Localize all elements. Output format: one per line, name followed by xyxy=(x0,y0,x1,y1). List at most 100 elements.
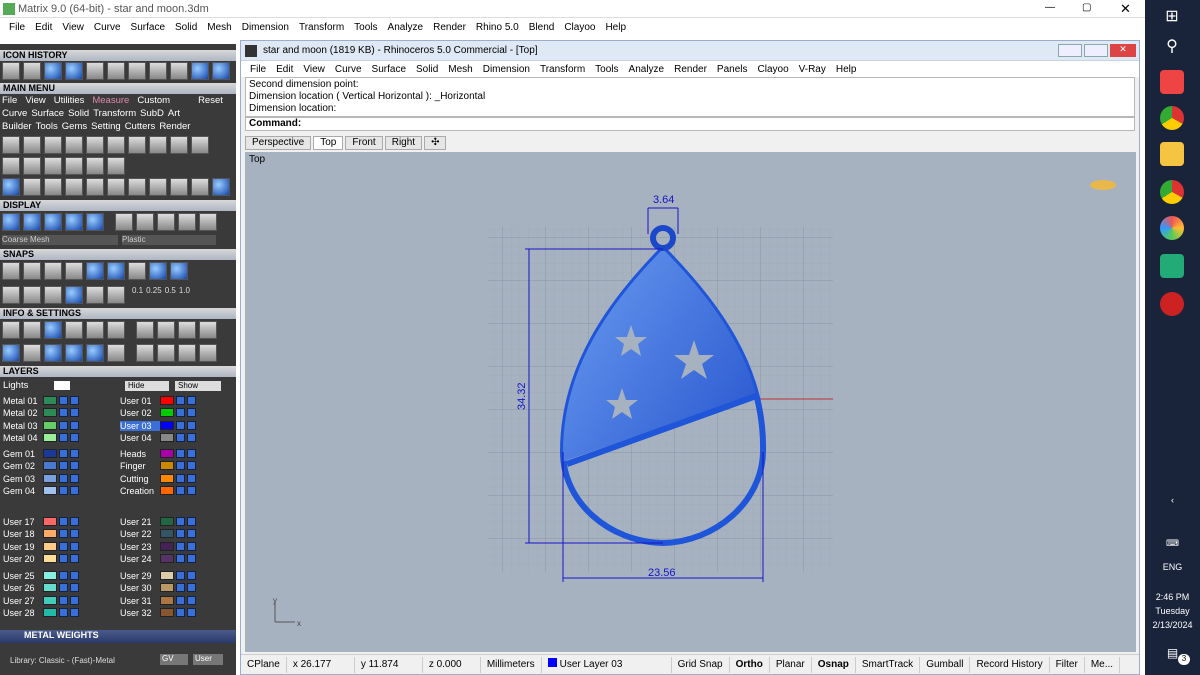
visibility-icon[interactable] xyxy=(187,486,196,495)
outer-menu-curve[interactable]: Curve xyxy=(89,22,126,33)
layer-name[interactable]: Gem 01 xyxy=(3,449,43,459)
layer-row[interactable]: User 18 xyxy=(3,528,79,539)
tool-icon[interactable] xyxy=(128,136,146,154)
lock-icon[interactable] xyxy=(59,571,68,580)
plastic-select[interactable]: Plastic xyxy=(122,235,216,245)
layer-row[interactable]: Cutting xyxy=(120,473,196,484)
mm-setting[interactable]: Setting xyxy=(91,121,121,132)
layer-name[interactable]: Metal 04 xyxy=(3,433,43,443)
info-icon[interactable] xyxy=(178,344,196,362)
rhino-menu-mesh[interactable]: Mesh xyxy=(443,64,477,75)
display-icon[interactable] xyxy=(178,213,196,231)
layer-name[interactable]: User 26 xyxy=(3,583,43,593)
keyboard-icon[interactable]: ⌨ xyxy=(1145,538,1200,549)
layer-row[interactable]: User 27 xyxy=(3,595,79,606)
layer-row[interactable]: User 03 xyxy=(120,420,196,431)
filter-toggle[interactable]: Filter xyxy=(1050,656,1085,673)
layer-color-swatch[interactable] xyxy=(160,529,174,538)
layer-name[interactable]: User 03 xyxy=(120,420,160,431)
info-icon[interactable] xyxy=(136,321,154,339)
layer-color-swatch[interactable] xyxy=(43,583,57,592)
layer-row[interactable]: Creation xyxy=(120,485,196,496)
tab-right[interactable]: Right xyxy=(384,136,423,150)
lock-icon[interactable] xyxy=(59,449,68,458)
snap-icon[interactable] xyxy=(23,286,41,304)
layer-row[interactable]: Metal 04 xyxy=(3,432,79,443)
layer-name[interactable]: User 23 xyxy=(120,542,160,552)
rhino-menu-panels[interactable]: Panels xyxy=(712,64,753,75)
display-icon[interactable] xyxy=(115,213,133,231)
outer-menu-render[interactable]: Render xyxy=(428,22,471,33)
layer-color-swatch[interactable] xyxy=(43,596,57,605)
rhino-menu-dimension[interactable]: Dimension xyxy=(478,64,535,75)
tool-icon[interactable] xyxy=(191,178,209,196)
visibility-icon[interactable] xyxy=(70,554,79,563)
rhino-menu-transform[interactable]: Transform xyxy=(535,64,590,75)
layer-name[interactable]: User 24 xyxy=(120,554,160,564)
layer-name[interactable]: Finger xyxy=(120,461,160,471)
lock-icon[interactable] xyxy=(59,596,68,605)
layer-row[interactable]: Heads xyxy=(120,448,196,459)
layer-row[interactable]: User 28 xyxy=(3,607,79,618)
layer-color-swatch[interactable] xyxy=(160,571,174,580)
close-icon[interactable]: ✕ xyxy=(1110,44,1136,57)
layer-name[interactable]: User 01 xyxy=(120,396,160,406)
layer-row[interactable]: User 21 xyxy=(120,516,196,527)
rhino-menu-analyze[interactable]: Analyze xyxy=(624,64,670,75)
visibility-icon[interactable] xyxy=(70,517,79,526)
visibility-icon[interactable] xyxy=(70,449,79,458)
display-icon[interactable] xyxy=(136,213,154,231)
rhino-menu-edit[interactable]: Edit xyxy=(271,64,298,75)
tool-icon[interactable] xyxy=(86,62,104,80)
user-select[interactable]: User xyxy=(193,654,223,665)
rhino-menu-clayoo[interactable]: Clayoo xyxy=(753,64,794,75)
tab-front[interactable]: Front xyxy=(345,136,383,150)
visibility-icon[interactable] xyxy=(187,449,196,458)
display-icon[interactable] xyxy=(86,213,104,231)
info-icon[interactable] xyxy=(44,344,62,362)
back-arrow-icon[interactable] xyxy=(191,62,209,80)
tool-icon[interactable] xyxy=(23,136,41,154)
layer-name[interactable]: User 04 xyxy=(120,433,160,443)
outer-menu-view[interactable]: View xyxy=(57,22,89,33)
info-icon[interactable] xyxy=(65,344,83,362)
outer-menu-clayoo[interactable]: Clayoo xyxy=(559,22,600,33)
layer-row[interactable]: User 31 xyxy=(120,595,196,606)
rhino-menu-surface[interactable]: Surface xyxy=(367,64,411,75)
snap-icon[interactable] xyxy=(44,286,62,304)
layer-color-swatch[interactable] xyxy=(43,486,57,495)
layer-row[interactable]: User 19 xyxy=(3,541,79,552)
chevron-up-icon[interactable]: ‹ xyxy=(1145,495,1200,505)
info-icon[interactable] xyxy=(65,321,83,339)
visibility-icon[interactable] xyxy=(187,421,196,430)
outer-menu-help[interactable]: Help xyxy=(600,22,631,33)
lock-icon[interactable] xyxy=(176,396,185,405)
tool-icon[interactable] xyxy=(44,178,62,196)
visibility-icon[interactable] xyxy=(187,571,196,580)
mm-solid[interactable]: Solid xyxy=(68,108,89,119)
snap-icon[interactable] xyxy=(2,286,20,304)
layer-name[interactable]: User 27 xyxy=(3,596,43,606)
record-history-toggle[interactable]: Record History xyxy=(970,656,1050,673)
snap-icon[interactable] xyxy=(170,262,188,280)
mm-file[interactable]: File xyxy=(2,95,17,106)
app-color-icon[interactable] xyxy=(1160,216,1184,240)
visibility-icon[interactable] xyxy=(70,583,79,592)
layer-name[interactable]: User 20 xyxy=(3,554,43,564)
layer-name[interactable]: User 19 xyxy=(3,542,43,552)
tool-icon[interactable] xyxy=(170,178,188,196)
snap-value[interactable]: 0.5 xyxy=(165,286,176,304)
tool-icon[interactable] xyxy=(65,157,83,175)
layer-color-swatch[interactable] xyxy=(160,396,174,405)
gumball-toggle[interactable]: Gumball xyxy=(920,656,971,673)
layer-row[interactable]: User 02 xyxy=(120,407,196,418)
tool-icon[interactable] xyxy=(86,136,104,154)
outer-menu-rhino-5-0[interactable]: Rhino 5.0 xyxy=(471,22,524,33)
layer-name[interactable]: Gem 04 xyxy=(3,486,43,496)
layer-row[interactable]: User 04 xyxy=(120,432,196,443)
layer-row[interactable]: Metal 01 xyxy=(3,395,79,406)
info-icon[interactable] xyxy=(199,321,217,339)
info-icon[interactable] xyxy=(86,321,104,339)
layer-color-swatch[interactable] xyxy=(43,421,57,430)
mm-transform[interactable]: Transform xyxy=(93,108,136,119)
